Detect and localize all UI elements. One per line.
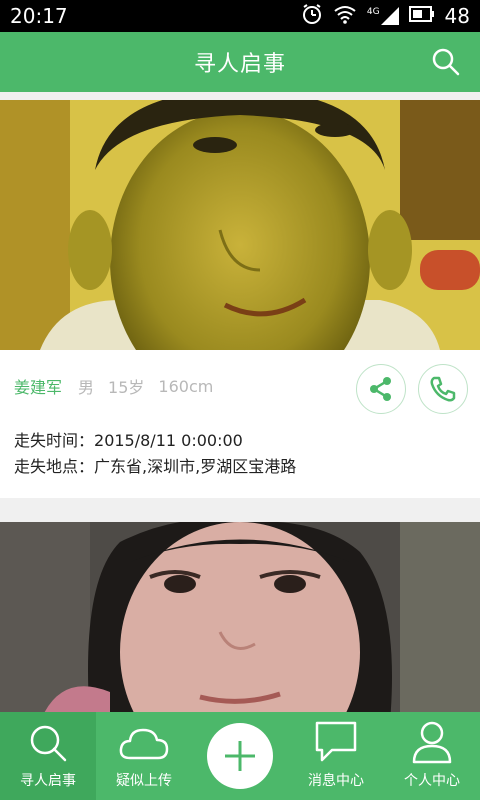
battery-level: 48 xyxy=(444,4,470,28)
missing-place-row: 走失地点： 广东省,深圳市,罗湖区宝港路 xyxy=(14,454,466,480)
missing-person-card[interactable] xyxy=(0,522,480,712)
nav-label: 寻人启事 xyxy=(20,773,76,789)
person-height: 160cm xyxy=(158,376,214,396)
person-name[interactable]: 姜建军 xyxy=(14,374,62,398)
missing-person-card[interactable]: 姜建军 男 15岁 160cm 走失时间： 2015/8/11 0:00:00 … xyxy=(0,100,480,498)
phone-icon xyxy=(430,376,456,402)
add-button[interactable] xyxy=(207,723,273,789)
message-icon xyxy=(315,721,357,762)
page-title: 寻人启事 xyxy=(193,52,286,77)
person-photo[interactable] xyxy=(0,100,480,350)
missing-time-value: 2015/8/11 0:00:00 xyxy=(94,431,243,450)
nav-label: 消息中心 xyxy=(308,773,364,789)
nav-item-messages[interactable]: 消息中心 xyxy=(288,712,384,800)
missing-time-row: 走失时间： 2015/8/11 0:00:00 xyxy=(14,428,466,454)
status-time: 20:17 xyxy=(10,4,68,28)
share-icon xyxy=(370,377,391,401)
status-icons: 4G 48 xyxy=(301,3,470,29)
share-button[interactable] xyxy=(356,364,406,414)
call-button[interactable] xyxy=(418,364,468,414)
cloud-icon xyxy=(119,728,169,760)
alarm-icon xyxy=(301,3,323,29)
nav-label: 个人中心 xyxy=(404,773,460,789)
bottom-nav: 寻人启事 疑似上传 消息中心 个人中心 xyxy=(0,712,480,800)
person-gender: 男 xyxy=(78,378,95,397)
app-bar: 寻人启事 xyxy=(0,32,480,92)
card-divider xyxy=(0,498,480,522)
missing-person-feed[interactable]: 姜建军 男 15岁 160cm 走失时间： 2015/8/11 0:00:00 … xyxy=(0,92,480,712)
missing-place-label: 走失地点： xyxy=(14,457,95,476)
signal-icon: 4G xyxy=(367,7,399,25)
person-photo[interactable] xyxy=(0,522,480,712)
search-icon xyxy=(432,48,460,76)
missing-time-label: 走失时间： xyxy=(14,431,95,450)
card-actions xyxy=(356,364,468,414)
nav-item-suspected-upload[interactable]: 疑似上传 xyxy=(96,712,192,800)
network-type: 4G xyxy=(366,7,380,17)
nav-item-profile[interactable]: 个人中心 xyxy=(384,712,480,800)
person-age: 15岁 xyxy=(108,378,145,397)
person-info: 姜建军 男 15岁 160cm 走失时间： 2015/8/11 0:00:00 … xyxy=(0,350,480,498)
search-icon xyxy=(30,725,67,762)
nav-label: 疑似上传 xyxy=(116,773,172,789)
missing-place-value: 广东省,深圳市,罗湖区宝港路 xyxy=(94,457,297,476)
nav-item-add[interactable] xyxy=(192,712,288,800)
search-button[interactable] xyxy=(430,46,462,78)
wifi-icon xyxy=(333,4,357,28)
nav-item-missing-notices[interactable]: 寻人启事 xyxy=(0,712,96,800)
plus-icon xyxy=(225,741,255,771)
status-bar: 20:17 4G 48 xyxy=(0,0,480,32)
battery-icon xyxy=(408,6,435,26)
user-icon xyxy=(412,721,452,764)
person-details: 走失时间： 2015/8/11 0:00:00 走失地点： 广东省,深圳市,罗湖… xyxy=(14,428,466,480)
